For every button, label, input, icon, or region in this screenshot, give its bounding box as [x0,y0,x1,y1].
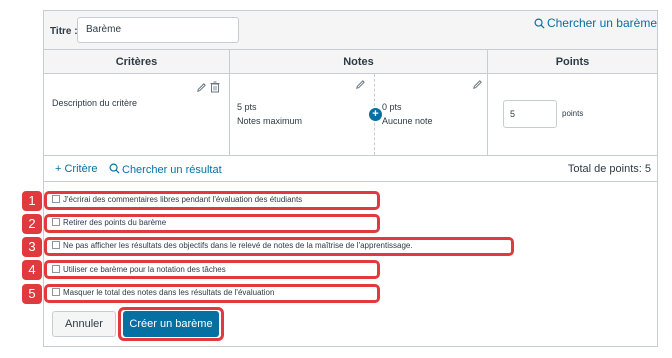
rating-item[interactable]: 0 pts Aucune note [375,74,488,155]
pencil-icon[interactable] [472,79,483,90]
highlight-box [44,191,380,210]
find-rubric-link[interactable]: Chercher un barème [534,16,657,30]
step-badge: 5 [22,284,42,304]
trash-icon[interactable] [210,81,220,93]
table-header: Critères Notes Points [44,50,657,74]
cancel-button[interactable]: Annuler [52,311,116,337]
ratings-cell: 5 pts Notes maximum 0 pts Aucune note + [230,74,488,155]
find-rubric-label: Chercher un barème [546,16,657,30]
table-footer: + Critère Chercher un résultat Total de … [44,156,657,182]
add-criterion-label: Critère [64,163,98,175]
total-points: Total de points: 5 [567,163,651,175]
rating-points: 0 pts [382,102,402,112]
criteria-header: Critères [44,50,230,74]
highlight-box [44,237,514,256]
step-badge: 1 [22,191,42,211]
highlight-box [44,284,380,303]
step-badge: 3 [22,237,42,257]
table-row: Description du critère 5 pts Notes maxim… [44,74,657,156]
find-outcome-link[interactable]: Chercher un résultat [109,163,222,176]
add-rating-plus-icon[interactable]: + [369,108,382,121]
points-input[interactable]: 5 [503,100,557,128]
highlight-box [44,214,380,233]
title-row: Titre : Barème Chercher un barème [44,11,657,50]
criterion-cell: Description du critère [44,74,230,155]
rating-points: 5 pts [237,102,257,112]
points-cell: 5 points [488,74,657,155]
rubric-table: Critères Notes Points Description du cri… [44,50,657,156]
criterion-description: Description du critère [52,98,138,108]
step-badge: 2 [22,214,42,234]
find-outcome-label: Chercher un résultat [122,164,222,176]
search-icon [109,163,120,174]
search-icon [534,18,545,29]
create-rubric-button[interactable]: Créer un barème [123,311,219,337]
step-badge: 4 [22,260,42,280]
add-criterion-button[interactable]: + Critère [55,163,98,175]
rating-description: Notes maximum [237,116,303,126]
notes-header: Notes [230,50,488,74]
points-header: Points [555,56,590,68]
rating-item[interactable]: 5 pts Notes maximum [230,74,375,155]
pencil-icon[interactable] [196,82,207,93]
highlight-box [44,260,380,279]
points-unit: points [562,109,584,118]
pencil-icon[interactable] [355,79,366,90]
title-label: Titre : [50,26,78,37]
title-input[interactable]: Barème [77,17,239,43]
rating-description: Aucune note [382,116,433,126]
